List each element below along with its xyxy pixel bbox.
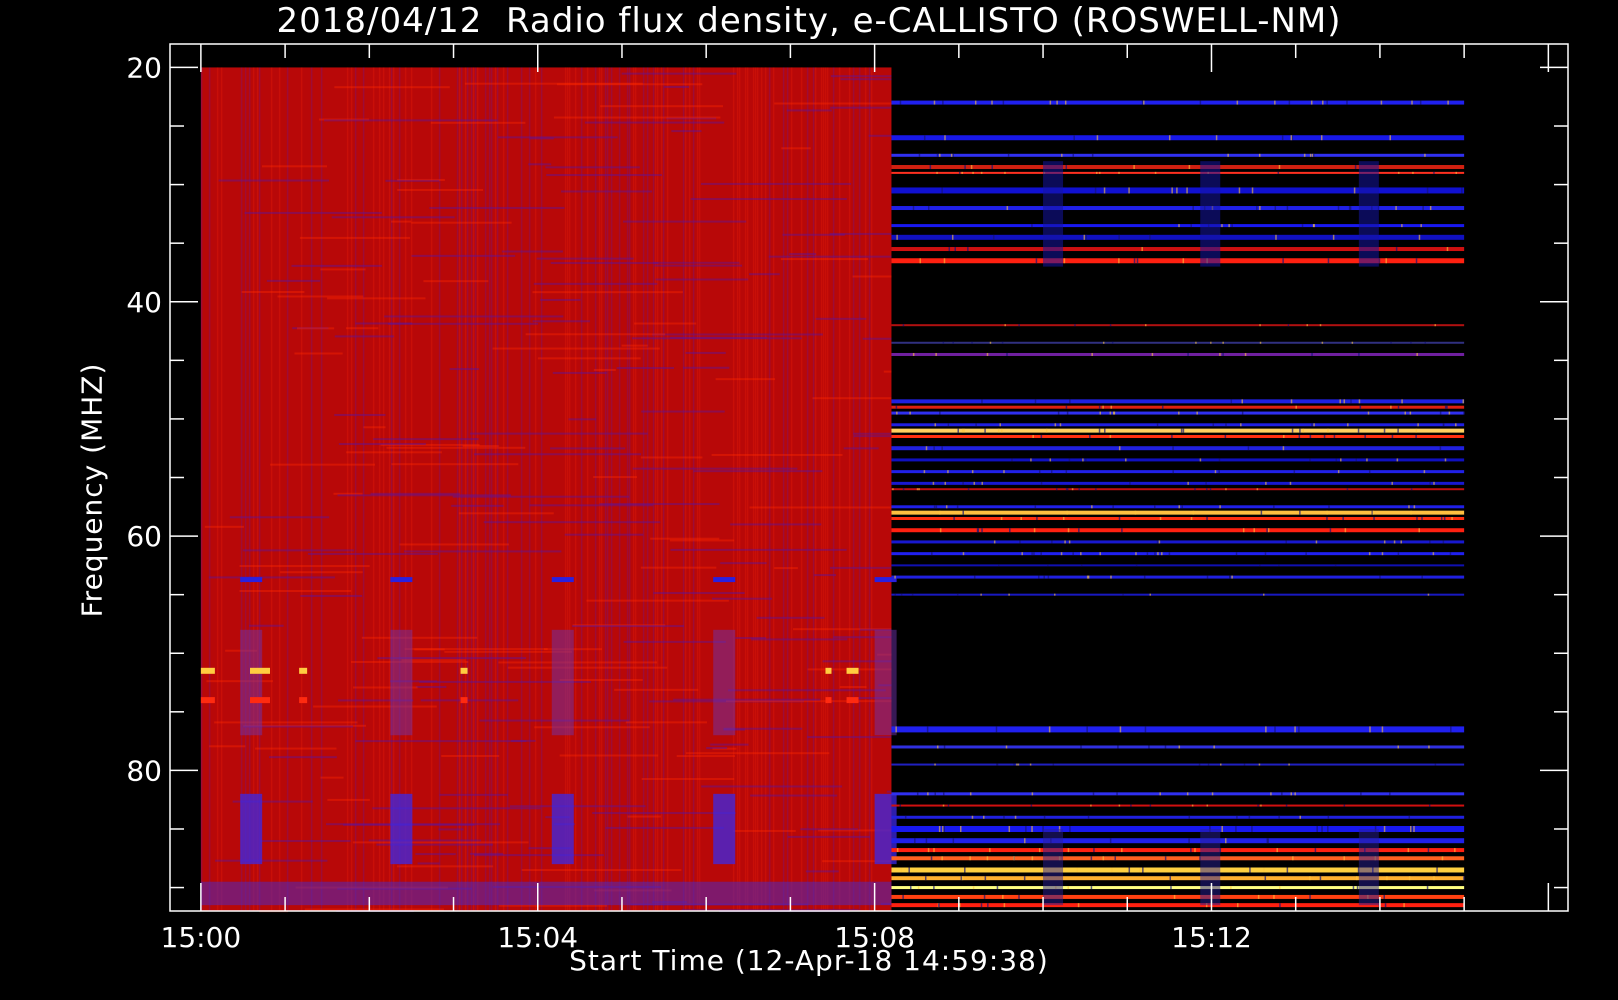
sparse-line-32	[891, 575, 1465, 579]
sparse-line-31	[891, 564, 1465, 567]
dense-vertical-band-0	[240, 793, 263, 865]
y-tick-label: 60	[126, 520, 162, 553]
plot-area	[200, 67, 1465, 913]
sparse-line-1	[891, 135, 1465, 141]
sparse-line-11	[891, 324, 1465, 327]
sparse-line-22	[891, 470, 1465, 474]
sparse-vertical-gap-2	[1358, 161, 1379, 267]
sparse-line-0	[891, 100, 1465, 105]
chart-title: 2018/04/12 Radio flux density, e-CALLIST…	[276, 1, 1342, 41]
dense-bright-mark-5	[846, 667, 859, 674]
sparse-line-38	[891, 804, 1465, 807]
y-axis-label: Frequency (MHZ)	[75, 362, 109, 618]
dense-vertical-mark-1	[390, 577, 413, 583]
dense-vertical-mark-3	[713, 577, 736, 583]
sparse-line-34	[891, 726, 1465, 733]
sparse-line-29	[891, 540, 1465, 544]
sparse-line-2	[891, 153, 1465, 157]
dense-vertical-band-2	[551, 793, 574, 865]
sparse-line-13	[891, 352, 1465, 356]
dense-band-low	[200, 881, 892, 906]
sparse-line-24	[891, 488, 1465, 491]
sparse-line-12	[891, 341, 1465, 344]
sparse-line-27	[891, 517, 1465, 521]
dense-vertical-band-1	[390, 793, 413, 865]
sparse-line-33	[891, 593, 1465, 596]
sparse-line-23	[891, 481, 1465, 485]
sparse-vertical-gap-1	[1200, 161, 1221, 267]
x-axis-label: Start Time (12-Apr-18 14:59:38)	[569, 944, 1049, 977]
y-tick-label: 80	[126, 754, 162, 787]
spectrogram-chart: 15:00 15:04 15:08 15:1220406080	[126, 43, 1569, 954]
dense-vertical-mark-2	[551, 577, 574, 583]
dense-bright-mark-4	[825, 667, 832, 674]
sparse-line-21	[891, 458, 1465, 462]
sparse-line-14	[891, 399, 1465, 404]
sparse-line-30	[891, 552, 1465, 556]
sparse-line-37	[891, 792, 1465, 796]
sparse-line-26	[891, 510, 1465, 515]
sparse-line-15	[891, 405, 1465, 409]
dense-vertical-mark-0	[240, 577, 263, 583]
sparse-line-18	[891, 428, 1465, 433]
sparse-line-17	[891, 423, 1465, 427]
sparse-line-39	[891, 815, 1465, 819]
spectrogram-segment-sparse	[891, 100, 1465, 908]
dense-bright-mark-1	[250, 667, 271, 674]
sparse-vertical-gap-0	[1043, 161, 1064, 267]
y-tick-label: 40	[126, 286, 162, 319]
dense-bright-mark-3	[460, 667, 468, 674]
sparse-line-16	[891, 411, 1465, 415]
dense-vertical-band-3	[713, 793, 736, 865]
sparse-line-20	[891, 446, 1465, 451]
sparse-line-25	[891, 505, 1465, 509]
sparse-line-35	[891, 745, 1465, 749]
y-tick-label: 20	[126, 51, 162, 84]
sparse-line-19	[891, 434, 1465, 438]
dense-bright-mark-2	[299, 667, 308, 674]
sparse-line-36	[891, 763, 1465, 766]
spectrogram-segment-dense	[200, 67, 897, 913]
dense-bright-mark-0	[200, 667, 215, 674]
